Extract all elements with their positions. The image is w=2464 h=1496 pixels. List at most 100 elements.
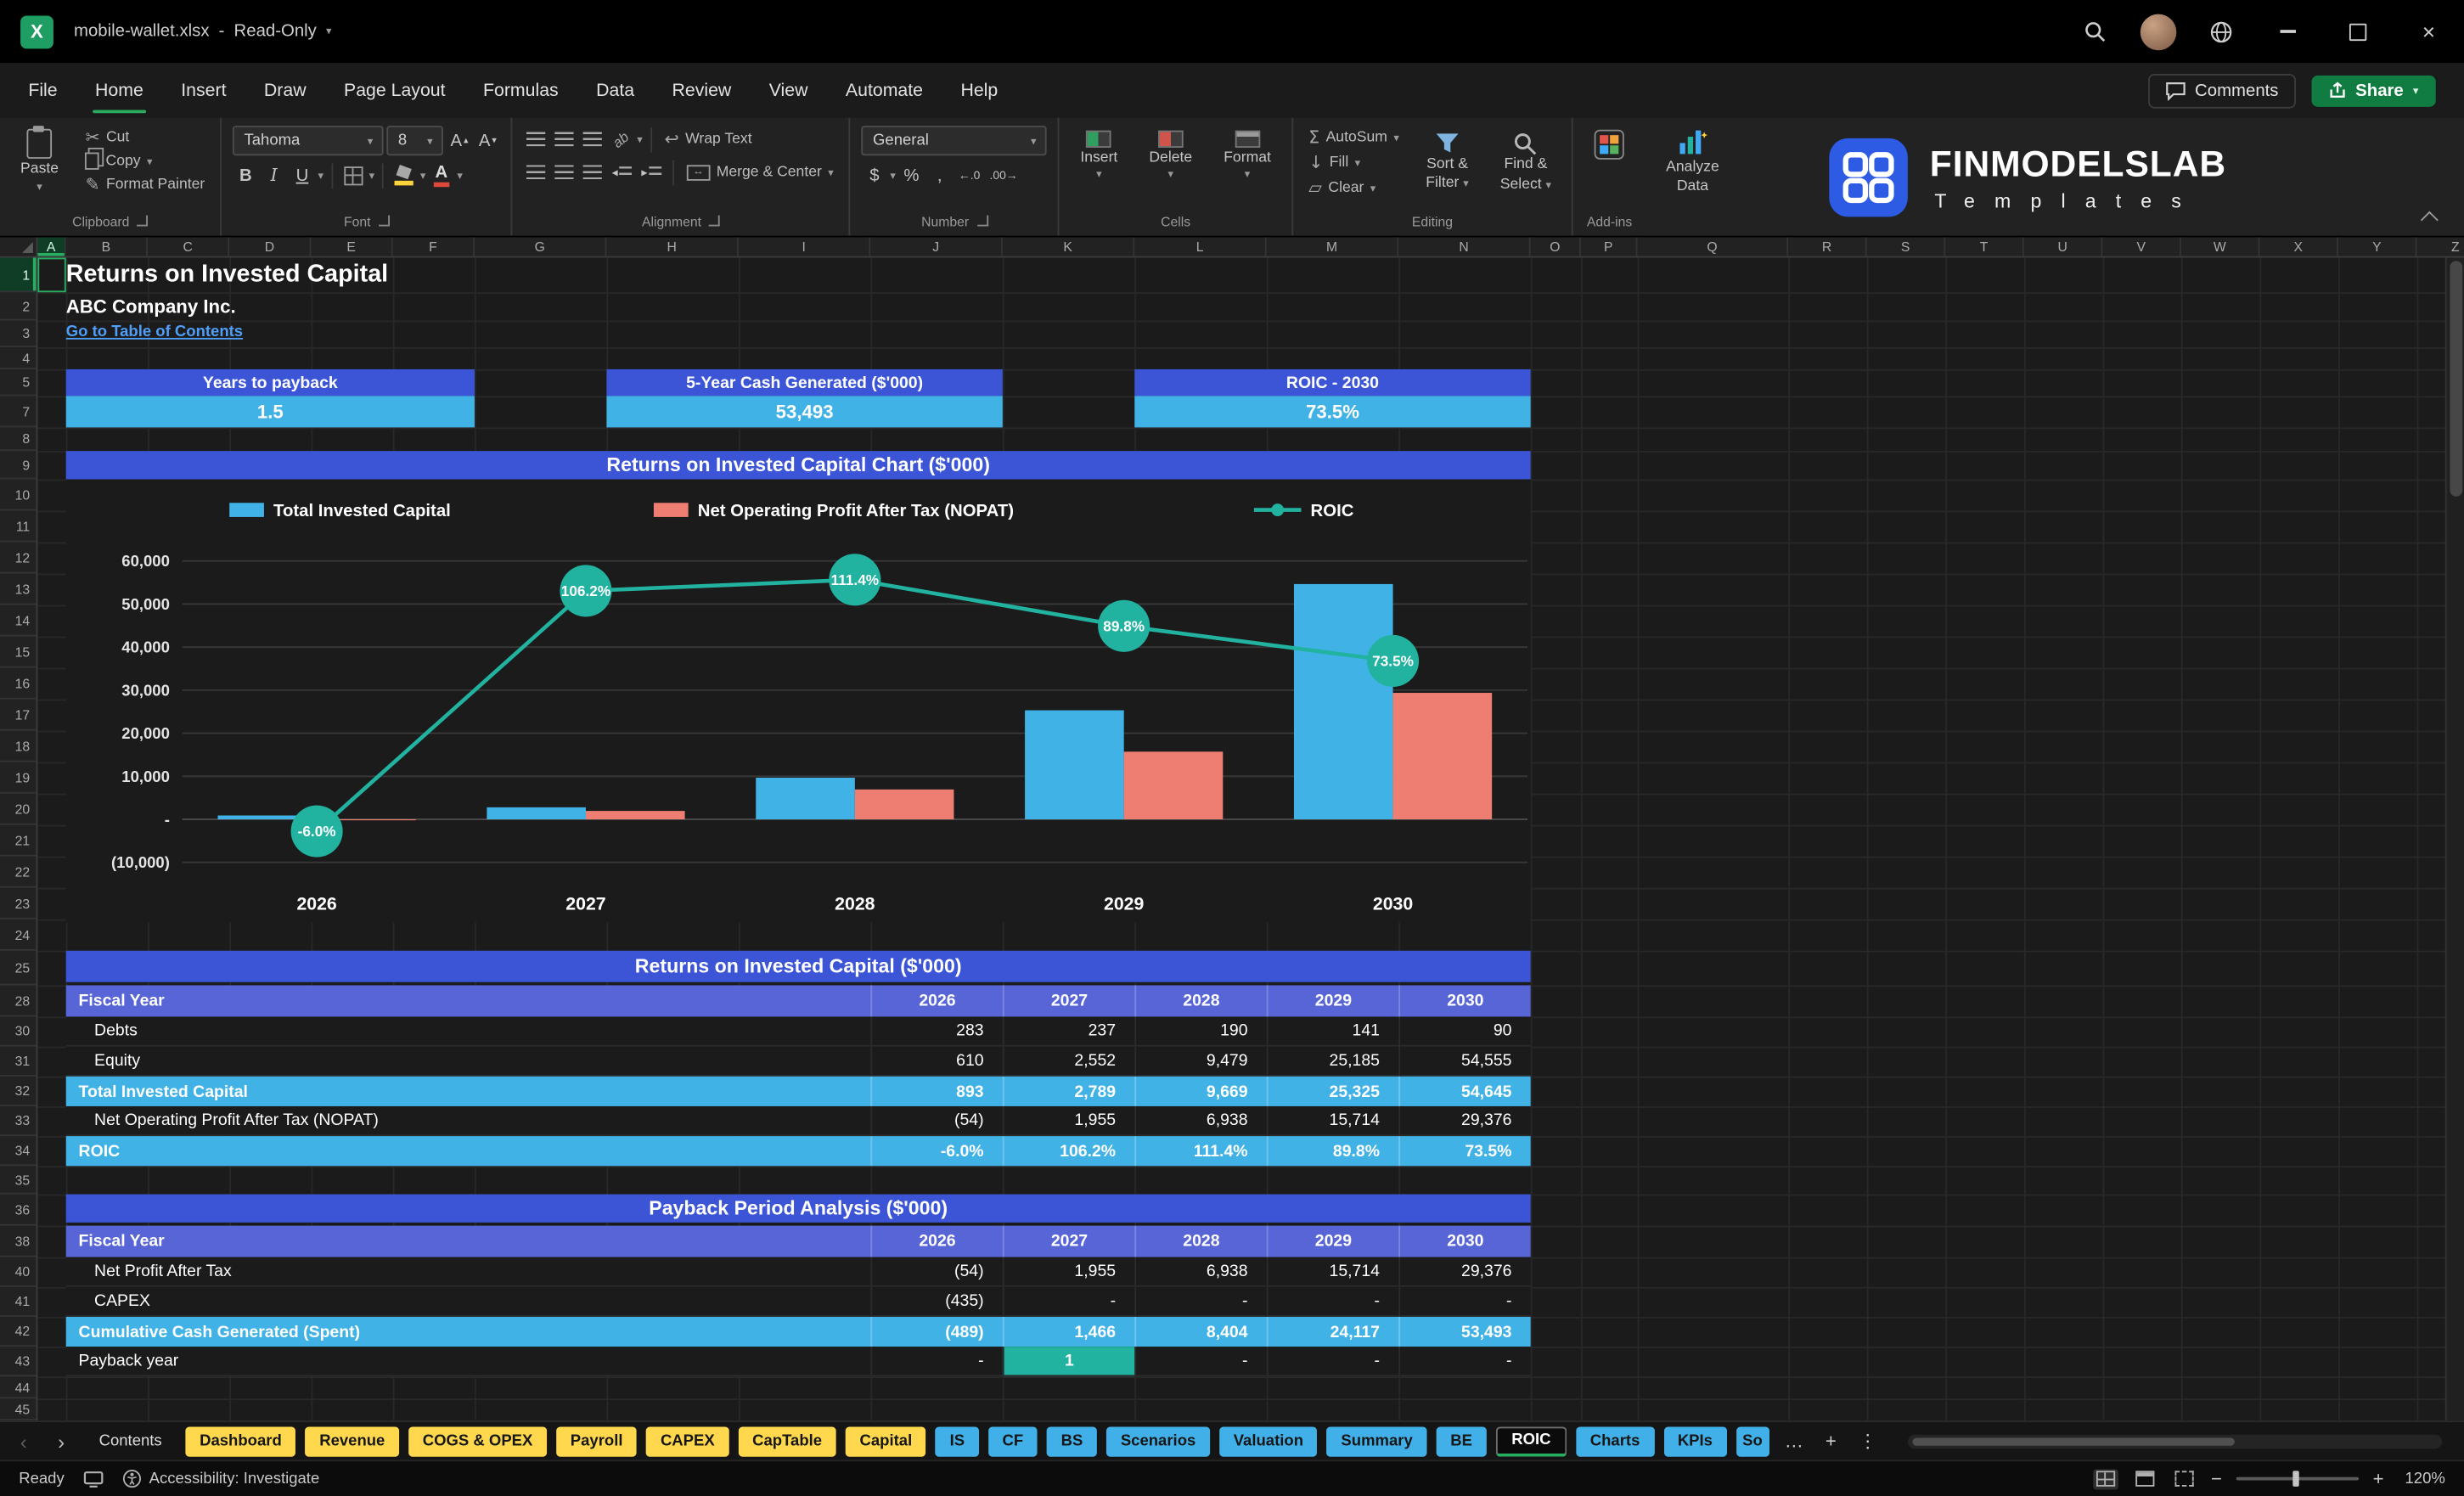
font-color-button[interactable]: A	[429, 162, 454, 188]
column-header-s[interactable]: S	[1866, 237, 1946, 256]
minimize-button[interactable]	[2252, 0, 2322, 63]
column-header-r[interactable]: R	[1788, 237, 1867, 256]
kpi-label-5-year-cash-generated-000[interactable]: 5-Year Cash Generated ($'000)	[606, 368, 1003, 396]
row-header-1[interactable]: 1	[0, 257, 37, 293]
sheet-tab-charts[interactable]: Charts	[1576, 1426, 1655, 1456]
zoom-in-button[interactable]: +	[2373, 1468, 2384, 1490]
value-cell[interactable]: 237	[1002, 1016, 1135, 1047]
column-header-i[interactable]: I	[738, 237, 871, 256]
italic-button[interactable]: I	[262, 162, 287, 188]
sheet-tab-capital[interactable]: Capital	[845, 1426, 926, 1456]
zoom-slider-thumb[interactable]	[2292, 1471, 2299, 1487]
column-header-c[interactable]: C	[147, 237, 230, 256]
next-sheet-button[interactable]: ›	[48, 1431, 76, 1451]
row-header-15[interactable]: 15	[0, 637, 37, 668]
excel-app-icon[interactable]: X	[20, 14, 53, 48]
format-painter-button[interactable]: ✎ Format Painter	[81, 173, 210, 197]
year-header-cell[interactable]: 2028	[1134, 1225, 1266, 1257]
value-cell[interactable]: 54,555	[1398, 1046, 1531, 1077]
fiscal-year-label[interactable]: Fiscal Year	[66, 1226, 871, 1257]
value-cell[interactable]: 9,479	[1134, 1046, 1267, 1077]
row-label-cell[interactable]: Total Invested Capital	[66, 1077, 871, 1106]
year-header-cell[interactable]: 2028	[1134, 985, 1266, 1017]
bold-button[interactable]: B	[233, 162, 259, 188]
company-name[interactable]: ABC Company Inc.	[66, 295, 236, 318]
row-header-44[interactable]: 44	[0, 1376, 37, 1399]
row-header-40[interactable]: 40	[0, 1257, 37, 1287]
row-header-4[interactable]: 4	[0, 347, 37, 369]
sort-filter-button[interactable]: Sort & Filter ▾	[1416, 126, 1478, 200]
sheet-tab-contents[interactable]: Contents	[85, 1426, 176, 1456]
kpi-value[interactable]: 53,493	[606, 396, 1003, 428]
column-header-a[interactable]: A	[37, 237, 66, 256]
comments-button[interactable]: Comments	[2147, 73, 2296, 108]
row-label-cell[interactable]: Debts	[65, 1016, 871, 1047]
sheet-tab-scenarios[interactable]: Scenarios	[1106, 1426, 1210, 1456]
sheet-tab-kpis[interactable]: KPIs	[1663, 1426, 1727, 1456]
column-header-y[interactable]: Y	[2337, 237, 2417, 256]
column-header-t[interactable]: T	[1945, 237, 2024, 256]
column-header-u[interactable]: U	[2023, 237, 2103, 256]
collapse-ribbon-chevron[interactable]	[2420, 211, 2439, 229]
row-header-18[interactable]: 18	[0, 731, 37, 762]
font-name-select[interactable]: Tahoma ▾	[233, 126, 385, 156]
column-header-n[interactable]: N	[1398, 237, 1531, 256]
row-header-10[interactable]: 10	[0, 479, 37, 511]
value-cell[interactable]: 190	[1134, 1016, 1267, 1047]
row-label-cell[interactable]: ROIC	[66, 1136, 871, 1166]
value-cell[interactable]: 24,117	[1266, 1316, 1398, 1347]
search-button[interactable]	[2063, 0, 2126, 63]
toc-link[interactable]: Go to Table of Contents	[66, 323, 243, 340]
sheet-tab-bs[interactable]: BS	[1047, 1426, 1098, 1456]
readonly-badge[interactable]: Read-Only	[234, 22, 317, 41]
row-header-41[interactable]: 41	[0, 1287, 37, 1317]
value-cell[interactable]: 9,669	[1134, 1076, 1266, 1106]
value-cell[interactable]: 89.8%	[1266, 1136, 1398, 1167]
sheet-tab-roic[interactable]: ROIC	[1495, 1426, 1567, 1456]
format-cells-button[interactable]: Format ▾	[1214, 126, 1280, 181]
value-cell[interactable]: 893	[870, 1076, 1002, 1106]
comma-style-button[interactable]: ,	[927, 162, 953, 188]
value-cell[interactable]: 15,714	[1266, 1257, 1399, 1287]
value-cell[interactable]: -	[870, 1347, 1003, 1377]
underline-button[interactable]: U	[290, 162, 315, 188]
value-cell[interactable]: 90	[1398, 1016, 1531, 1047]
year-header-cell[interactable]: 2027	[1002, 985, 1134, 1017]
kpi-label-years-to-payback[interactable]: Years to payback	[65, 368, 475, 396]
row-header-34[interactable]: 34	[0, 1136, 37, 1167]
row-header-5[interactable]: 5	[0, 369, 37, 396]
fill-color-button[interactable]	[392, 162, 418, 188]
sheet-tab-captable[interactable]: CapTable	[738, 1426, 836, 1456]
sheet-tab-revenue[interactable]: Revenue	[305, 1426, 400, 1456]
value-cell[interactable]: 73.5%	[1398, 1136, 1530, 1167]
cut-button[interactable]: ✂ Cut	[81, 126, 210, 149]
sheet-title[interactable]: Returns on Invested Capital	[66, 261, 388, 289]
column-header-q[interactable]: Q	[1637, 237, 1789, 256]
column-header-h[interactable]: H	[606, 237, 739, 256]
macro-record-button[interactable]	[83, 1470, 104, 1488]
sheet-tab-payroll[interactable]: Payroll	[556, 1426, 638, 1456]
horizontal-scrollbar[interactable]	[1907, 1433, 2443, 1448]
close-button[interactable]: ×	[2394, 0, 2464, 63]
value-cell[interactable]: (54)	[870, 1257, 1003, 1287]
year-header-cell[interactable]: 2030	[1398, 985, 1530, 1017]
row-header-19[interactable]: 19	[0, 762, 37, 794]
sheet-tab-be[interactable]: BE	[1436, 1426, 1487, 1456]
column-header-m[interactable]: M	[1266, 237, 1399, 256]
value-cell[interactable]: 141	[1266, 1016, 1399, 1047]
value-cell[interactable]: 1,955	[1002, 1105, 1135, 1137]
value-cell[interactable]: 6,938	[1134, 1257, 1267, 1287]
value-cell[interactable]: 6,938	[1134, 1105, 1267, 1137]
menu-tab-home[interactable]: Home	[76, 63, 162, 118]
menu-tab-data[interactable]: Data	[577, 63, 653, 118]
column-header-v[interactable]: V	[2102, 237, 2181, 256]
menu-tab-view[interactable]: View	[751, 63, 827, 118]
row-header-17[interactable]: 17	[0, 700, 37, 731]
font-size-select[interactable]: 8 ▾	[386, 126, 444, 156]
value-cell[interactable]: (435)	[870, 1286, 1003, 1317]
value-cell[interactable]: 54,645	[1398, 1076, 1530, 1106]
column-header-j[interactable]: J	[870, 237, 1003, 256]
year-header-cell[interactable]: 2026	[870, 985, 1002, 1017]
align-middle-button[interactable]	[552, 126, 577, 152]
spreadsheet-grid[interactable]: 1 2 3 4 5 7 8 9 10 11 12 13 14 15 16 17 18 19 20 21 22 23 24 25…	[0, 257, 2464, 1421]
